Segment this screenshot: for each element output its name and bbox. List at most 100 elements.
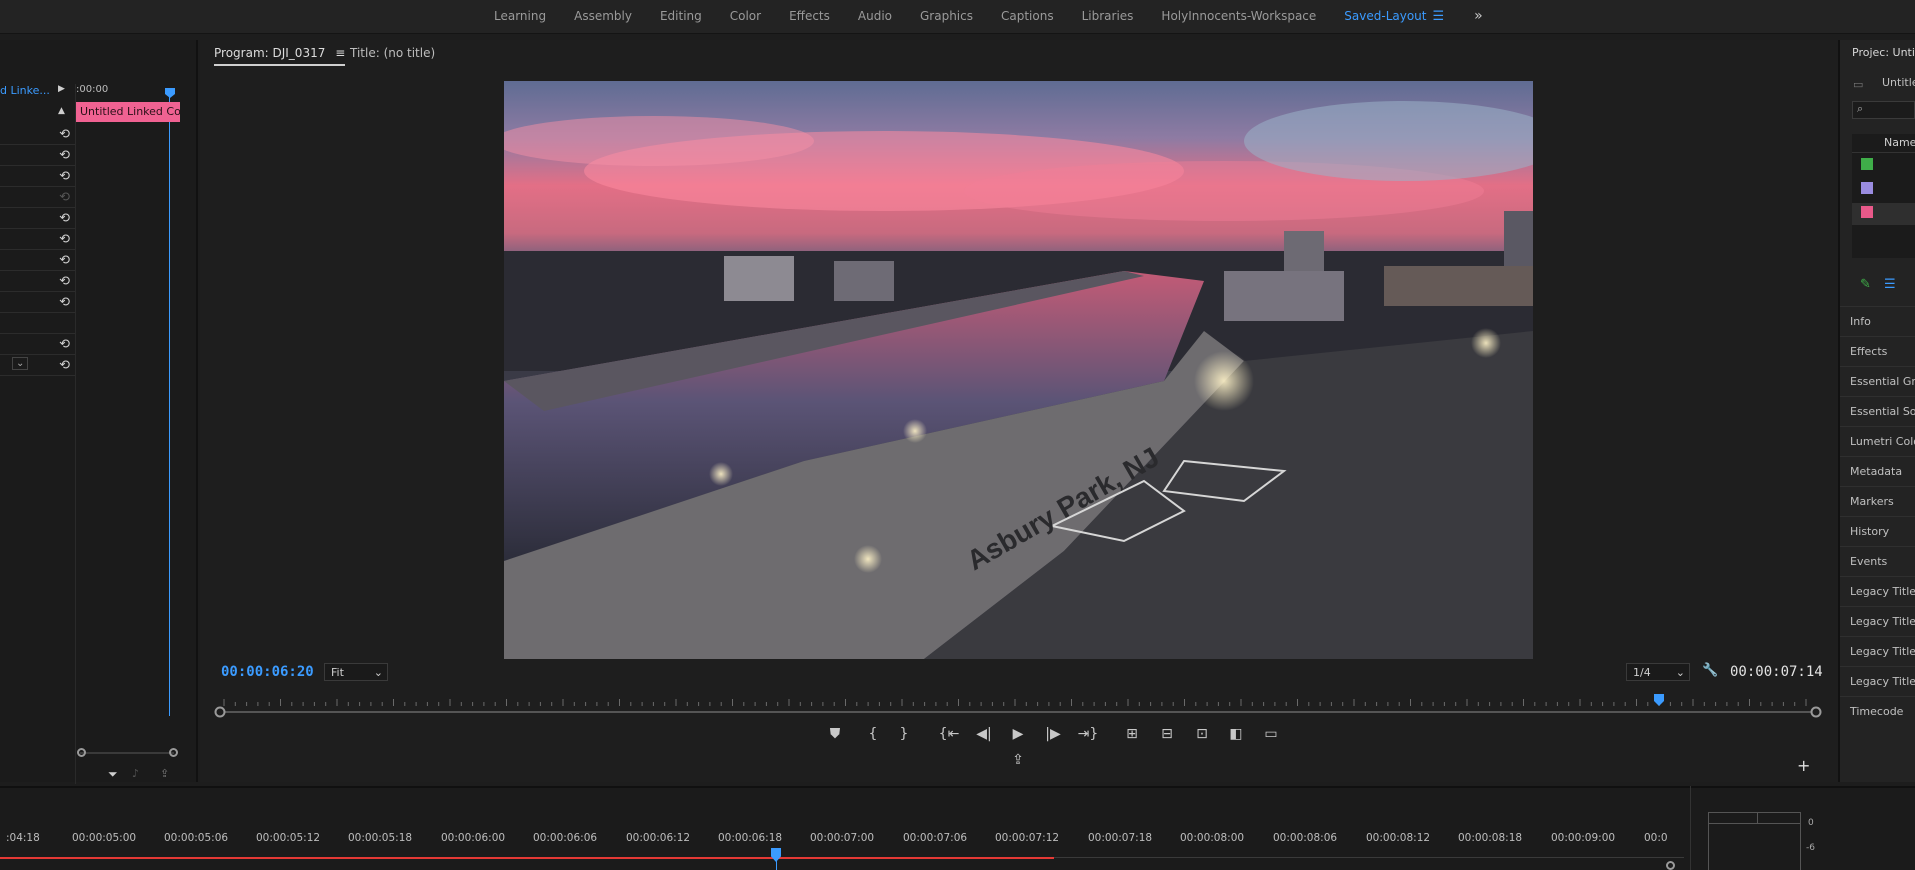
tab-libraries[interactable]: Libraries (1068, 0, 1148, 32)
side-panel-item[interactable]: Timecode (1850, 705, 1903, 718)
search-icon[interactable]: ⌕ (1852, 101, 1915, 119)
filter-icon[interactable]: ⏷ (108, 767, 118, 782)
audio-only-icon[interactable]: ♪ (132, 767, 139, 780)
timeline-scroll-handle[interactable] (1666, 861, 1675, 870)
expand-triangle-icon[interactable]: ▶ (58, 84, 65, 94)
mark-out-icon[interactable]: } (893, 726, 915, 742)
pencil-icon[interactable]: ✎ (1860, 277, 1871, 292)
play-icon[interactable]: ▶ (1007, 726, 1029, 742)
reset-icon[interactable]: ⟲ (59, 211, 70, 226)
reset-icon[interactable]: ⟲ (59, 190, 70, 205)
add-marker-icon[interactable]: ⛊ (824, 726, 846, 742)
reset-icon[interactable]: ⟲ (59, 127, 70, 142)
reset-icon[interactable]: ⟲ (59, 232, 70, 247)
side-panel-item[interactable]: Lumetri Colo (1850, 435, 1915, 448)
project-title[interactable]: Projec: Unti (1852, 46, 1915, 59)
timeline-time-label: 00:00:05:12 (256, 832, 321, 844)
reset-icon[interactable]: ⟲ (59, 295, 70, 310)
export-frame-button-icon[interactable]: ⇪ (1007, 752, 1029, 768)
reset-icon[interactable]: ⟲ (59, 148, 70, 163)
step-back-icon[interactable]: ◀| (973, 726, 995, 742)
tab-graphics[interactable]: Graphics (906, 0, 987, 32)
export-frame-icon[interactable]: ⊡ (1191, 726, 1213, 742)
list-view-icon[interactable]: ☰ (1884, 277, 1896, 292)
extract-icon[interactable]: ⊟ (1156, 726, 1178, 742)
label-color-swatch[interactable] (1861, 158, 1873, 170)
panel-menu-icon[interactable]: ≡ (335, 46, 345, 60)
side-panel-separator (1840, 366, 1915, 367)
side-panel-item[interactable]: Legacy Title (1850, 615, 1915, 628)
add-button-icon[interactable]: + (1797, 756, 1810, 775)
overflow-chevron-icon[interactable]: » (1462, 8, 1495, 24)
tab-editing[interactable]: Editing (646, 0, 716, 32)
tab-learning[interactable]: Learning (480, 0, 560, 32)
wrench-icon[interactable]: 🔧 (1702, 663, 1718, 678)
side-panel-item[interactable]: Markers (1850, 495, 1894, 508)
ruler-start-handle[interactable] (214, 706, 226, 718)
reset-icon[interactable]: ⟲ (59, 253, 70, 268)
side-panel-item[interactable]: Events (1850, 555, 1887, 568)
side-panel-item[interactable]: Metadata (1850, 465, 1902, 478)
ruler-end-handle[interactable] (1810, 706, 1822, 718)
reset-icon[interactable]: ⟲ (59, 169, 70, 184)
reset-icon[interactable]: ⟲ (59, 358, 70, 373)
workspace-menu-icon[interactable]: ☰ (1433, 9, 1463, 24)
duration-timecode: 00:00:07:14 (1730, 664, 1823, 680)
tab-saved-layout[interactable]: Saved-Layout (1330, 0, 1440, 32)
video-preview[interactable]: Asbury Park, NJ (504, 81, 1533, 659)
column-header-name[interactable]: Name (1884, 136, 1915, 149)
go-to-in-icon[interactable]: {⇤ (938, 726, 960, 742)
meter-divider (1690, 786, 1691, 870)
effect-row: ⟲ (0, 166, 76, 187)
folder-icon: ▭ (1853, 78, 1864, 91)
tab-title[interactable]: Title: (no title) (350, 46, 435, 60)
lift-icon[interactable]: ⊞ (1121, 726, 1143, 742)
work-area-bar[interactable] (0, 857, 1054, 859)
playhead-marker-icon[interactable] (165, 88, 175, 98)
side-panel-item[interactable]: Essential Gra (1850, 375, 1915, 388)
timeline-time-label: 00:00:05:06 (164, 832, 229, 844)
tab-color[interactable]: Color (716, 0, 775, 32)
tab-program[interactable]: Program: DJI_0317 ≡ (214, 46, 346, 66)
tab-captions[interactable]: Captions (987, 0, 1068, 32)
label-color-swatch[interactable] (1861, 206, 1873, 218)
label-color-swatch[interactable] (1861, 182, 1873, 194)
timeline-playhead-line (776, 858, 777, 870)
side-panel-item[interactable]: Legacy Title (1850, 645, 1915, 658)
export-icon[interactable]: ⇪ (160, 767, 169, 780)
resolution-select[interactable]: 1/4 ⌄ (1626, 663, 1690, 681)
side-panel-item[interactable]: Info (1850, 315, 1871, 328)
program-time-ruler[interactable] (214, 694, 1824, 718)
side-panel-item[interactable]: History (1850, 525, 1889, 538)
dropdown-chevron-icon[interactable]: ⌄ (12, 357, 29, 370)
side-panel-item[interactable]: Effects (1850, 345, 1887, 358)
program-playhead-icon[interactable] (1654, 694, 1664, 706)
scroll-handle-right[interactable] (169, 748, 178, 757)
reset-icon[interactable]: ⟲ (59, 337, 70, 352)
side-panel-item[interactable]: Legacy Title (1850, 675, 1915, 688)
toggle-proxies-icon[interactable]: ▭ (1260, 726, 1282, 742)
step-forward-icon[interactable]: |▶ (1042, 726, 1064, 742)
side-panel-item[interactable]: Essential Sou (1850, 405, 1915, 418)
tab-effects[interactable]: Effects (775, 0, 844, 32)
video-frame-image: Asbury Park, NJ (504, 81, 1533, 659)
timeline-time-label: 00:00:06:00 (441, 832, 506, 844)
tab-assembly[interactable]: Assembly (560, 0, 646, 32)
chevron-down-icon: ⌄ (1675, 666, 1685, 679)
tab-audio[interactable]: Audio (844, 0, 906, 32)
scroll-handle-left[interactable] (77, 748, 86, 757)
mark-in-icon[interactable]: { (862, 726, 884, 742)
zoom-scrollbar[interactable] (80, 752, 174, 754)
effect-row: ⟲ (0, 208, 76, 229)
side-panel-item[interactable]: Legacy Title (1850, 585, 1915, 598)
tab-holyinnocents-workspace[interactable]: HolyInnocents-Workspace (1147, 0, 1330, 32)
go-to-out-icon[interactable]: ⇥} (1077, 726, 1099, 742)
zoom-select[interactable]: Fit ⌄ (324, 663, 388, 681)
effect-row: ⟲ (0, 145, 76, 166)
linked-clip-bar[interactable]: Untitled Linked Con (76, 102, 180, 122)
reset-icon[interactable]: ⟲ (59, 274, 70, 289)
comparison-view-icon[interactable]: ◧ (1225, 726, 1247, 742)
collapse-triangle-icon[interactable]: ▲ (58, 106, 65, 116)
side-panel-separator (1840, 636, 1915, 637)
current-timecode[interactable]: 00:00:06:20 (221, 664, 314, 680)
